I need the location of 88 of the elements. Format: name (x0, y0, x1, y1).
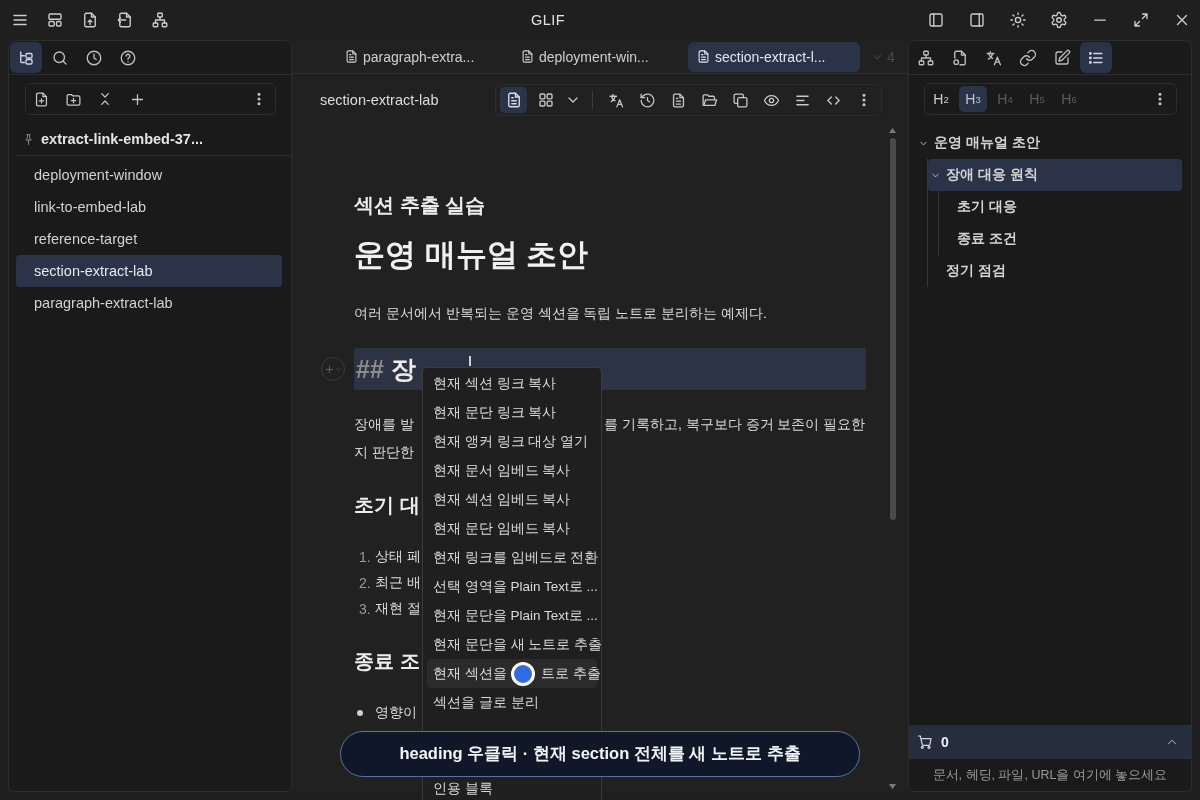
document-title: 운영 매뉴얼 초안 (354, 237, 589, 272)
outline-item[interactable]: 장애 대응 원칙 (928, 159, 1182, 191)
copy-icon (731, 91, 749, 109)
outline-item[interactable]: 종료 조건 (939, 223, 1182, 255)
text-cursor (469, 356, 471, 366)
item-count: 0 (941, 734, 949, 750)
editor-tab[interactable]: paragraph-extra... (336, 41, 508, 72)
scroll-up-icon[interactable] (889, 128, 896, 133)
scrollbar-thumb[interactable] (889, 138, 896, 520)
list-number: 3. (358, 601, 372, 617)
help-icon (119, 48, 137, 67)
file-tree-tab[interactable] (10, 42, 42, 73)
menu-item[interactable]: 현재 섹션 임베드 복사 (427, 485, 597, 514)
heading-text: 초기 대 (354, 494, 420, 516)
file-item[interactable]: paragraph-extract-lab (16, 287, 282, 319)
list-number: 1. (358, 549, 372, 565)
click-indicator-icon (510, 661, 535, 686)
file-import-icon (116, 11, 134, 29)
grid-icon (536, 91, 555, 109)
edit-icon (1053, 48, 1071, 67)
paragraph-text: 여러 문서에서 반복되는 운영 섹션을 독립 노트로 분리하는 예제다. (354, 305, 767, 321)
menu-item[interactable]: 현재 문단 링크 복사 (427, 398, 597, 427)
hint-toast: heading 우클릭 · 현재 section 전체를 새 노트로 추출 (340, 731, 860, 777)
file-item[interactable]: deployment-window (16, 159, 282, 191)
document-icon (520, 49, 535, 64)
document-name: section-extract-lab (320, 92, 439, 108)
clip-tray-header[interactable]: 0 (909, 725, 1191, 759)
file-tree-icon (17, 48, 35, 67)
heading-text: 종료 조 (354, 650, 420, 672)
heading-text: 장 (390, 353, 416, 385)
sun-icon (1009, 11, 1027, 29)
menu-item[interactable]: 현재 문서 임베드 복사 (427, 456, 597, 485)
search-icon (51, 48, 69, 67)
menu-item[interactable]: 현재 문단 임베드 복사 (427, 514, 597, 543)
menu-item[interactable]: 현재 링크를 임베드로 전환 (427, 543, 597, 572)
list-number: 2. (358, 575, 372, 591)
scroll-down-icon[interactable] (889, 784, 896, 789)
bullet-icon (357, 710, 363, 716)
clock-icon (85, 48, 103, 67)
outline-item[interactable]: 정기 점검 (928, 255, 1182, 287)
sidebar-right-icon (968, 11, 986, 29)
sidebar-left-icon (927, 11, 945, 29)
translate-icon (607, 91, 625, 109)
link-icon (1019, 48, 1037, 67)
paragraph-text: 지 판단한 (354, 444, 414, 460)
plus-icon (324, 363, 335, 375)
file-upload-icon (81, 11, 99, 29)
chevron-down-icon (335, 365, 342, 373)
sitemap-icon (917, 48, 935, 67)
layout-icon (46, 11, 64, 29)
menu-item[interactable]: 현재 앵커 링크 대상 열기 (427, 427, 597, 456)
list-item-text: 상태 페 (375, 548, 421, 566)
menu-item[interactable]: 선택 영역을 Plain Text로 ... (427, 572, 597, 601)
history-icon (638, 91, 656, 109)
file-item[interactable]: section-extract-lab (16, 255, 282, 287)
document-icon (344, 49, 359, 64)
heading-text: 섹션 추출 실습 (354, 194, 486, 216)
menu-item[interactable]: 인용 블록 (427, 778, 597, 800)
paragraph-text: 를 기록하고, 복구보다 증거 보존이 필요한 (604, 415, 866, 434)
editor-tab[interactable]: section-extract-l... (688, 41, 860, 72)
folder-icon (700, 91, 718, 109)
list-tab[interactable] (1080, 42, 1112, 73)
menu-item[interactable]: 섹션을 글로 분리 (427, 688, 597, 717)
cart-icon (917, 734, 933, 750)
file-item[interactable]: link-to-embed-lab (16, 191, 282, 223)
folder-name: extract-link-embed-37... (41, 131, 203, 147)
minimize-icon (1094, 18, 1106, 22)
paragraph-text: 장애를 발 (354, 415, 414, 434)
translate-icon (985, 48, 1003, 67)
outline-item[interactable]: 초기 대응 (939, 191, 1182, 223)
heading-marker: ## (356, 354, 384, 384)
document-circle-icon (951, 48, 969, 67)
window-title: GLIF (531, 12, 565, 28)
drop-zone[interactable]: 문서, 헤딩, 파일, URL을 여기에 놓으세요 (909, 759, 1191, 791)
sitemap-icon (151, 11, 169, 29)
editor-tab[interactable]: deployment-win... (512, 41, 684, 72)
list-item-text: 재현 절 (375, 600, 421, 618)
menu-item[interactable]: 현재 문단을 Plain Text로 ... (427, 601, 597, 630)
settings-icon (1050, 11, 1068, 29)
document-view-button[interactable] (500, 87, 527, 113)
pin-icon (22, 132, 35, 146)
maximize-icon (1132, 11, 1150, 29)
document-icon (696, 49, 711, 64)
list-item-text: 영향이 (375, 704, 417, 722)
outline-item[interactable]: 운영 매뉴얼 초안 (918, 127, 1182, 159)
list-item-text: 최근 배 (375, 574, 421, 592)
menu-item[interactable]: 현재 섹션 링크 복사 (427, 369, 597, 398)
file-item[interactable]: reference-target (16, 223, 282, 255)
